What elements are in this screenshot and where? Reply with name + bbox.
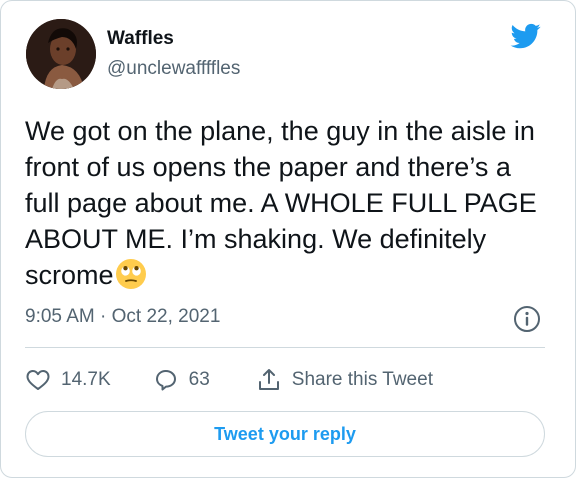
tweet-card: Waffles @unclewaffffles We got on the pl… <box>0 0 576 478</box>
author-handle[interactable]: @unclewaffffles <box>107 58 240 80</box>
speech-bubble-icon <box>155 370 176 391</box>
reply-count: 63 <box>188 369 210 390</box>
tweet-your-reply-button[interactable]: Tweet your reply <box>25 411 545 457</box>
avatar[interactable] <box>26 19 96 89</box>
heart-icon <box>26 370 50 390</box>
like-count: 14.7K <box>61 369 111 390</box>
author-name[interactable]: Waffles <box>107 28 174 50</box>
info-icon[interactable] <box>513 305 541 333</box>
tweet-timestamp[interactable]: 9:05 AM · Oct 22, 2021 <box>25 306 220 328</box>
reply-button[interactable]: 63 <box>153 367 210 393</box>
like-button[interactable]: 14.7K <box>25 367 111 393</box>
share-button[interactable]: Share this Tweet <box>256 367 433 393</box>
tweet-text: We got on the plane, the guy in the aisl… <box>25 113 545 293</box>
tweet-date: Oct 22, 2021 <box>111 306 221 327</box>
share-upload-icon <box>258 369 279 390</box>
divider <box>25 347 545 348</box>
share-label: Share this Tweet <box>291 369 433 390</box>
twitter-bird-icon[interactable] <box>509 21 543 51</box>
timestamp-separator: · <box>100 306 107 327</box>
tweet-text-content: We got on the plane, the guy in the aisl… <box>25 116 537 290</box>
avatar-image <box>26 19 96 89</box>
tweet-actions: 14.7K 63 Share this Tweet <box>25 363 433 397</box>
rolling-eyes-emoji-icon <box>115 258 147 290</box>
tweet-time: 9:05 AM <box>25 306 95 327</box>
